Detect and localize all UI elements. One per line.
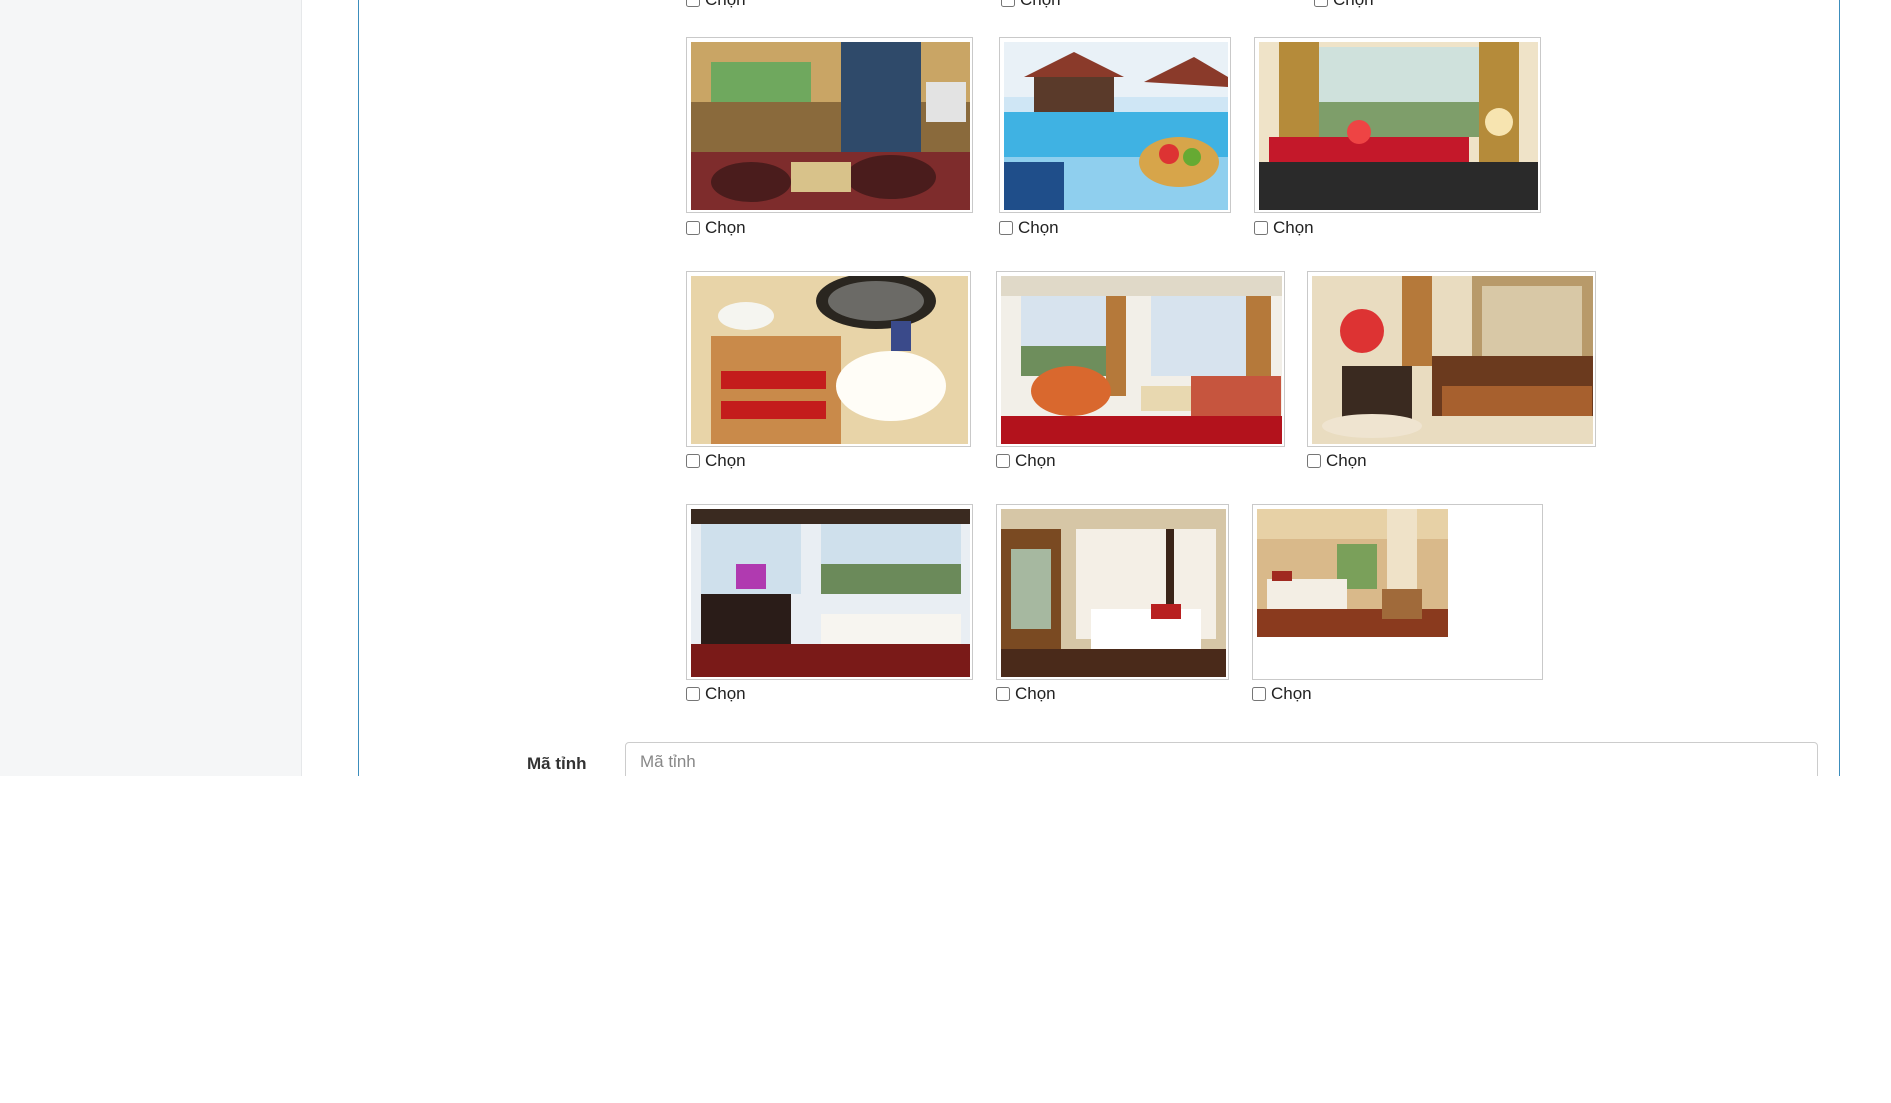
choose-label: Chọn: [1015, 684, 1056, 703]
page-area: Chọn Chọn Chọn Chọn Chọn Chọn Chọn Chọn …: [0, 0, 1891, 782]
checkbox[interactable]: [686, 687, 700, 701]
checkbox[interactable]: [1314, 0, 1328, 7]
choose-checkbox-8[interactable]: Chọn: [996, 684, 1056, 703]
photo-tile: [686, 37, 973, 213]
river-view-bedroom-photo: [691, 509, 970, 677]
canopy-bed-photo: [1001, 509, 1226, 677]
window-seating-photo: [1259, 42, 1538, 210]
choose-label: Chọn: [1333, 0, 1374, 10]
choose-label: Chọn: [705, 0, 746, 10]
checkbox[interactable]: [1254, 221, 1268, 235]
choose-checkbox-4[interactable]: Chọn: [686, 451, 746, 470]
checkbox[interactable]: [996, 454, 1010, 468]
choose-checkbox-9[interactable]: Chọn: [1252, 684, 1312, 703]
twin-room-photo: [1257, 509, 1448, 637]
checkbox[interactable]: [686, 221, 700, 235]
rooftop-pool-photo: [1004, 42, 1228, 210]
choose-label: Chọn: [1273, 218, 1314, 237]
checkbox[interactable]: [999, 221, 1013, 235]
suite-living-room-photo: [1001, 276, 1282, 444]
choose-checkbox-1[interactable]: Chọn: [686, 218, 746, 237]
choose-checkbox-prev-3[interactable]: Chọn: [1314, 0, 1374, 9]
checkbox[interactable]: [1252, 687, 1266, 701]
bathroom-vanity-photo: [691, 276, 968, 444]
choose-label: Chọn: [1018, 218, 1059, 237]
lounge-bar-photo: [691, 42, 970, 210]
choose-label: Chọn: [1326, 451, 1367, 470]
photo-tile: [1254, 37, 1541, 213]
ma-tinh-label: Mã tỉnh: [527, 754, 587, 773]
choose-label: Chọn: [705, 684, 746, 703]
choose-label: Chọn: [1020, 0, 1061, 10]
photo-tile: [999, 37, 1231, 213]
checkbox[interactable]: [996, 687, 1010, 701]
photo-tile: [686, 271, 971, 447]
sidebar: [0, 0, 302, 776]
photo-tile: [1252, 504, 1543, 680]
choose-checkbox-5[interactable]: Chọn: [996, 451, 1056, 470]
choose-label: Chọn: [705, 218, 746, 237]
photo-tile: [686, 504, 973, 680]
checkbox[interactable]: [1001, 0, 1015, 7]
choose-label: Chọn: [1015, 451, 1056, 470]
choose-checkbox-3[interactable]: Chọn: [1254, 218, 1314, 237]
sofa-dining-photo: [1312, 276, 1593, 444]
choose-checkbox-6[interactable]: Chọn: [1307, 451, 1367, 470]
photo-tile: [996, 271, 1285, 447]
photo-tile: [1307, 271, 1596, 447]
choose-checkbox-2[interactable]: Chọn: [999, 218, 1059, 237]
choose-checkbox-prev-1[interactable]: Chọn: [686, 0, 746, 9]
choose-checkbox-7[interactable]: Chọn: [686, 684, 746, 703]
checkbox[interactable]: [1307, 454, 1321, 468]
choose-label: Chọn: [1271, 684, 1312, 703]
choose-checkbox-prev-2[interactable]: Chọn: [1001, 0, 1061, 9]
choose-label: Chọn: [705, 451, 746, 470]
checkbox[interactable]: [686, 454, 700, 468]
photo-tile: [996, 504, 1229, 680]
checkbox[interactable]: [686, 0, 700, 7]
blank-area: [0, 776, 1891, 1103]
